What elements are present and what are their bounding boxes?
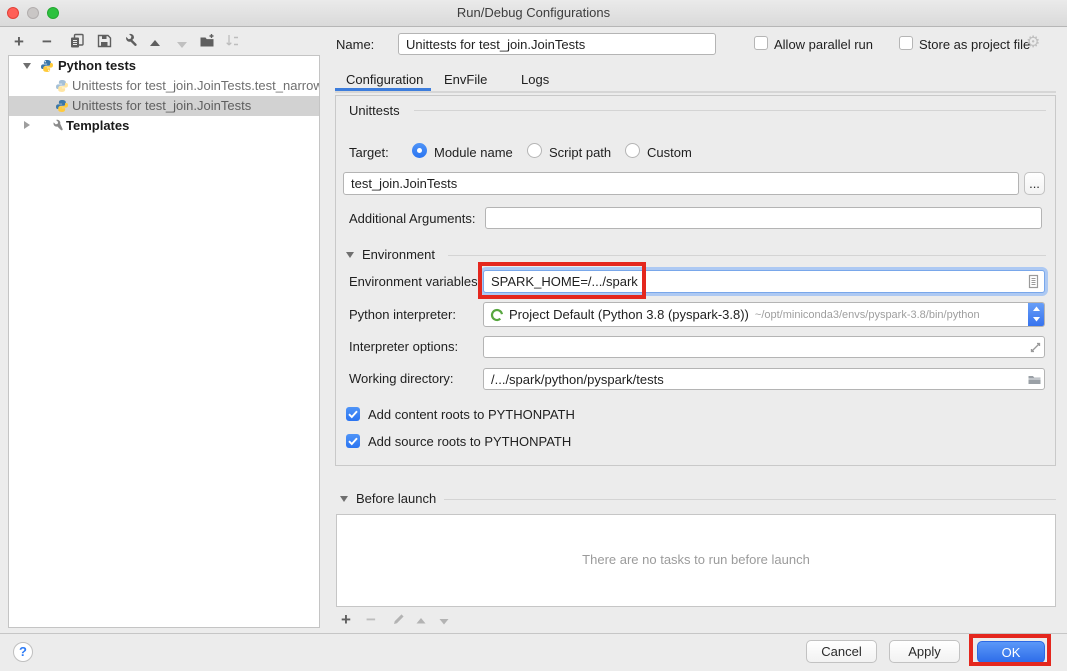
python-tests-icon <box>40 59 54 73</box>
footer-divider <box>0 633 1067 634</box>
radio-module-name[interactable] <box>412 143 427 158</box>
store-options-gear-icon[interactable]: ⚙ <box>1026 35 1040 51</box>
active-tab-underline <box>335 88 431 91</box>
tree-item-templates[interactable]: Templates <box>9 116 319 136</box>
radio-custom[interactable] <box>625 143 640 158</box>
section-divider <box>444 499 1056 500</box>
working-directory-label: Working directory: <box>349 371 454 386</box>
remove-configuration-button[interactable]: − <box>42 34 52 50</box>
group-divider <box>414 110 1046 111</box>
browse-button[interactable]: ... <box>1024 172 1045 195</box>
task-move-up-button[interactable] <box>413 614 429 630</box>
radio-script-path-label: Script path <box>549 145 611 160</box>
browse-folder-icon[interactable] <box>1027 372 1042 387</box>
expand-field-icon[interactable] <box>1028 340 1043 355</box>
apply-button[interactable]: Apply <box>889 640 960 663</box>
no-tasks-message: There are no tasks to run before launch <box>337 515 1055 605</box>
add-source-roots-label: Add source roots to PYTHONPATH <box>368 434 571 449</box>
remove-task-button[interactable]: − <box>366 612 376 628</box>
radio-custom-label: Custom <box>647 145 692 160</box>
python-interpreter-select[interactable]: Project Default (Python 3.8 (pyspark-3.8… <box>483 302 1045 327</box>
edit-task-button[interactable] <box>391 611 407 627</box>
target-input[interactable] <box>343 172 1019 195</box>
save-configuration-button[interactable] <box>96 33 112 49</box>
tree-item-label: Templates <box>66 116 129 136</box>
python-test-icon <box>55 79 69 93</box>
environment-collapse-icon[interactable] <box>346 252 354 258</box>
run-debug-configurations-dialog: Run/Debug Configurations + − Python test… <box>0 0 1067 671</box>
radio-script-path[interactable] <box>527 143 542 158</box>
allow-parallel-run-checkbox[interactable] <box>754 36 768 50</box>
tab-configuration[interactable]: Configuration <box>346 72 423 87</box>
move-up-button[interactable] <box>147 37 163 53</box>
store-as-project-file-label: Store as project file <box>919 37 1030 52</box>
task-move-down-button[interactable] <box>436 614 452 630</box>
environment-variables-label: Environment variables: <box>349 274 481 289</box>
move-down-button[interactable] <box>174 37 190 53</box>
python-interpreter-label: Python interpreter: <box>349 307 456 322</box>
unittests-group-label: Unittests <box>349 103 400 118</box>
collapse-arrow-icon[interactable] <box>23 63 31 69</box>
tree-item-jointests-selected[interactable]: Unittests for test_join.JoinTests <box>9 96 319 116</box>
interpreter-options-input[interactable] <box>483 336 1045 358</box>
tree-item-label: Unittests for test_join.JoinTests.test_n… <box>72 76 319 96</box>
add-source-roots-checkbox[interactable] <box>346 434 360 448</box>
before-launch-collapse-icon[interactable] <box>340 496 348 502</box>
copy-configuration-button[interactable] <box>69 33 85 49</box>
sort-configurations-button[interactable] <box>225 33 241 49</box>
expand-arrow-icon[interactable] <box>24 121 30 129</box>
environment-section-label: Environment <box>362 247 435 262</box>
add-content-roots-checkbox[interactable] <box>346 407 360 421</box>
add-configuration-button[interactable]: + <box>14 34 24 50</box>
paste-variables-icon[interactable] <box>1026 274 1041 289</box>
working-directory-input[interactable] <box>483 368 1045 390</box>
conda-env-icon <box>490 308 504 322</box>
python-test-icon <box>55 99 69 113</box>
name-input[interactable] <box>398 33 716 55</box>
add-content-roots-label: Add content roots to PYTHONPATH <box>368 407 575 422</box>
name-label: Name: <box>336 37 374 52</box>
tree-item-label: Unittests for test_join.JoinTests <box>72 96 251 116</box>
templates-wrench-icon <box>49 119 63 133</box>
allow-parallel-run-label: Allow parallel run <box>774 37 873 52</box>
edit-templates-button[interactable] <box>121 33 137 49</box>
before-launch-tasks-panel: There are no tasks to run before launch <box>336 514 1056 607</box>
new-folder-button[interactable] <box>199 33 215 49</box>
help-button[interactable]: ? <box>13 642 33 662</box>
interpreter-options-label: Interpreter options: <box>349 339 458 354</box>
before-launch-label: Before launch <box>356 491 436 506</box>
tab-logs[interactable]: Logs <box>521 72 549 87</box>
additional-arguments-input[interactable] <box>485 207 1042 229</box>
tree-item-test-narrow[interactable]: Unittests for test_join.JoinTests.test_n… <box>9 76 319 96</box>
python-interpreter-value: Project Default (Python 3.8 (pyspark-3.8… <box>509 307 749 322</box>
store-as-project-file-checkbox[interactable] <box>899 36 913 50</box>
environment-variables-input[interactable] <box>483 270 1045 293</box>
window-title: Run/Debug Configurations <box>0 5 1067 20</box>
tab-envfile[interactable]: EnvFile <box>444 72 487 87</box>
cancel-button[interactable]: Cancel <box>806 640 877 663</box>
target-label: Target: <box>349 145 389 160</box>
python-interpreter-path: ~/opt/miniconda3/envs/pyspark-3.8/bin/py… <box>755 309 980 321</box>
tree-item-label: Python tests <box>58 56 136 76</box>
titlebar: Run/Debug Configurations <box>0 0 1067 27</box>
configurations-tree: Python tests Unittests for test_join.Joi… <box>8 55 320 628</box>
ok-button[interactable]: OK <box>977 641 1045 663</box>
add-task-button[interactable]: + <box>341 612 351 628</box>
interpreter-stepper[interactable] <box>1028 302 1045 327</box>
section-divider <box>448 255 1046 256</box>
tree-item-python-tests[interactable]: Python tests <box>9 56 319 76</box>
radio-module-name-label: Module name <box>434 145 513 160</box>
additional-arguments-label: Additional Arguments: <box>349 211 475 226</box>
